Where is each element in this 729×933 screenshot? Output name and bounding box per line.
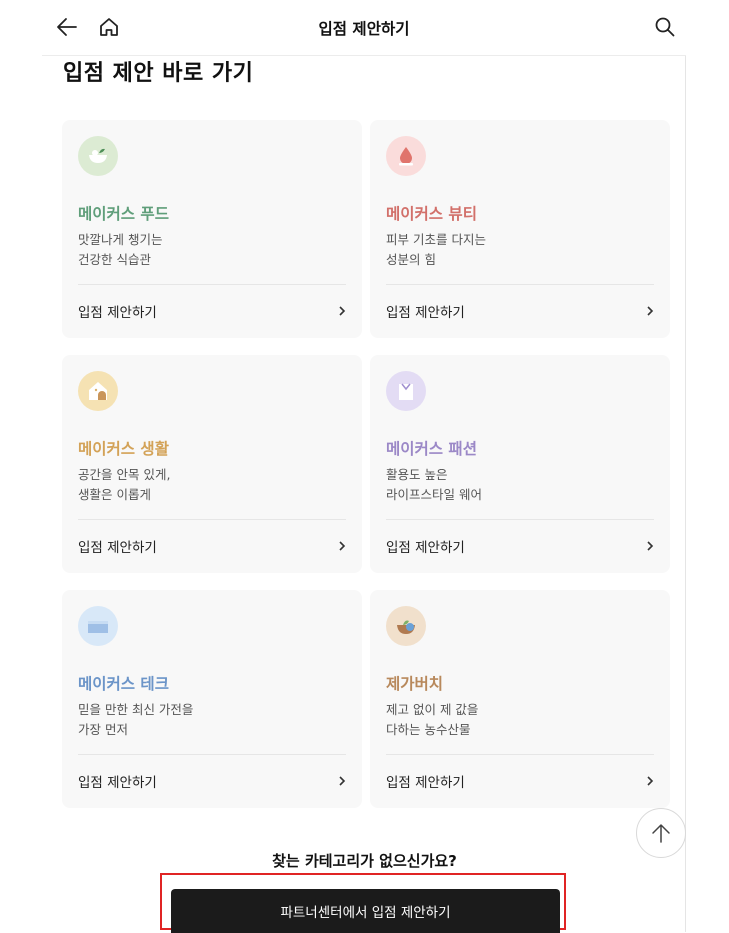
arrow-up-icon — [652, 824, 670, 843]
card-name: 메이커스 푸드 — [78, 205, 169, 223]
card-desc-line: 활용도 높은 — [386, 467, 448, 482]
scrollbar-track[interactable] — [685, 0, 729, 932]
card-desc-line: 가장 먼저 — [78, 722, 128, 737]
card-desc-line: 공간을 안목 있게, — [78, 467, 171, 482]
card-desc-line: 피부 기초를 다지는 — [386, 232, 486, 247]
food-bowl-icon — [78, 136, 118, 176]
category-card-beauty: 메이커스 뷰티 피부 기초를 다지는 성분의 힘 입점 제안하기 — [370, 120, 670, 338]
card-desc-line: 제고 없이 제 값을 — [386, 702, 479, 717]
search-icon — [655, 17, 675, 37]
divider — [78, 754, 346, 755]
search-button[interactable] — [650, 12, 680, 42]
propose-link-produce[interactable]: 입점 제안하기 — [386, 762, 656, 800]
chevron-right-icon — [647, 776, 654, 786]
water-drop-icon — [386, 136, 426, 176]
category-card-produce: 제가버치 제고 없이 제 값을 다하는 농수산물 입점 제안하기 — [370, 590, 670, 808]
card-desc-line: 생활은 이롭게 — [78, 487, 151, 502]
laptop-icon — [78, 606, 118, 646]
card-description: 공간을 안목 있게, 생활은 이롭게 — [78, 465, 170, 505]
card-description: 활용도 높은 라이프스타일 웨어 — [386, 465, 482, 505]
chevron-right-icon — [339, 306, 346, 316]
category-card-living: 메이커스 생활 공간을 안목 있게, 생활은 이롭게 입점 제안하기 — [62, 355, 362, 573]
chevron-right-icon — [647, 541, 654, 551]
propose-link-fashion[interactable]: 입점 제안하기 — [386, 527, 656, 565]
chevron-right-icon — [647, 306, 654, 316]
propose-link-beauty[interactable]: 입점 제안하기 — [386, 292, 656, 330]
category-card-fashion: 메이커스 패션 활용도 높은 라이프스타일 웨어 입점 제안하기 — [370, 355, 670, 573]
page-title: 입점 제안하기 — [318, 20, 410, 38]
card-desc-line: 성분의 힘 — [386, 252, 436, 267]
card-name: 메이커스 생활 — [78, 440, 169, 458]
card-desc-line: 맛깔나게 챙기는 — [78, 232, 163, 247]
no-category-heading: 찾는 카테고리가 없으신가요? — [272, 852, 457, 870]
card-desc-line: 라이프스타일 웨어 — [386, 487, 482, 502]
card-desc-line: 믿을 만한 최신 가전을 — [78, 702, 194, 717]
propose-link-living[interactable]: 입점 제안하기 — [78, 527, 348, 565]
produce-basket-icon — [386, 606, 426, 646]
divider — [386, 284, 654, 285]
card-description: 맛깔나게 챙기는 건강한 식습관 — [78, 230, 162, 270]
link-label: 입점 제안하기 — [386, 305, 465, 321]
house-icon — [78, 371, 118, 411]
card-description: 피부 기초를 다지는 성분의 힘 — [386, 230, 486, 270]
link-label: 입점 제안하기 — [78, 540, 157, 556]
category-card-food: 메이커스 푸드 맛깔나게 챙기는 건강한 식습관 입점 제안하기 — [62, 120, 362, 338]
card-description: 믿을 만한 최신 가전을 가장 먼저 — [78, 700, 193, 740]
card-desc-line: 다하는 농수산물 — [386, 722, 471, 737]
divider — [386, 754, 654, 755]
partner-center-propose-button[interactable]: 파트너센터에서 입점 제안하기 — [171, 889, 560, 933]
chevron-right-icon — [339, 541, 346, 551]
card-desc-line: 건강한 식습관 — [78, 252, 151, 267]
link-label: 입점 제안하기 — [386, 540, 465, 556]
chevron-right-icon — [339, 776, 346, 786]
link-label: 입점 제안하기 — [78, 305, 157, 321]
category-card-tech: 메이커스 테크 믿을 만한 최신 가전을 가장 먼저 입점 제안하기 — [62, 590, 362, 808]
divider — [78, 284, 346, 285]
divider — [78, 519, 346, 520]
link-label: 입점 제안하기 — [386, 775, 465, 791]
link-label: 입점 제안하기 — [78, 775, 157, 791]
card-name: 메이커스 뷰티 — [386, 205, 477, 223]
card-name: 메이커스 패션 — [386, 440, 477, 458]
propose-link-tech[interactable]: 입점 제안하기 — [78, 762, 348, 800]
divider — [386, 519, 654, 520]
section-title: 입점 제안 바로 가기 — [63, 61, 254, 86]
propose-link-food[interactable]: 입점 제안하기 — [78, 292, 348, 330]
shirt-icon — [386, 371, 426, 411]
card-name: 제가버치 — [386, 675, 444, 693]
card-name: 메이커스 테크 — [78, 675, 169, 693]
top-header: 입점 제안하기 — [42, 0, 686, 56]
card-description: 제고 없이 제 값을 다하는 농수산물 — [386, 700, 478, 740]
